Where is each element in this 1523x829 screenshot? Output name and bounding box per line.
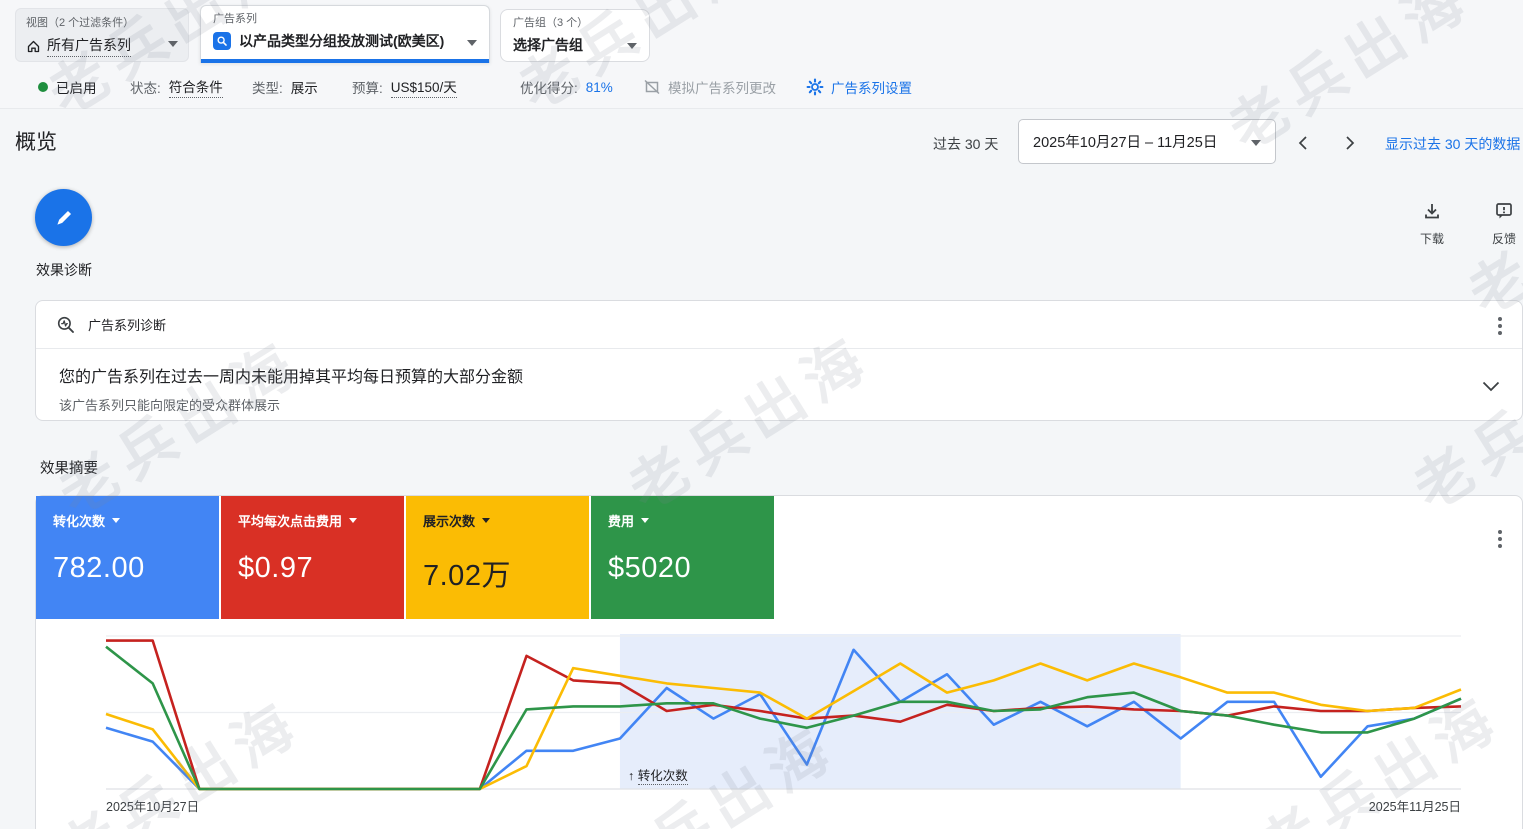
simulate-changes-button[interactable]: 模拟广告系列更改 bbox=[643, 77, 776, 97]
download-label: 下载 bbox=[1410, 230, 1454, 247]
type-value: 展示 bbox=[291, 77, 318, 97]
metric-tab-0[interactable]: 转化次数 782.00 bbox=[36, 496, 219, 619]
campaign-selector-label: 广告系列 bbox=[213, 12, 477, 26]
campaign-selector[interactable]: 广告系列 以产品类型分组投放测试(欧美区) bbox=[200, 5, 490, 63]
chevron-down-icon bbox=[627, 43, 637, 49]
line-chart bbox=[36, 619, 1523, 829]
metric-tab-2[interactable]: 展示次数 7.02万 bbox=[406, 496, 589, 619]
annotation-label: 转化次数 bbox=[638, 769, 688, 785]
diagnosis-card-header: 广告系列诊断 bbox=[36, 301, 1522, 349]
pencil-icon bbox=[53, 207, 75, 229]
budget-value[interactable]: US$150/天 bbox=[391, 76, 457, 98]
chevron-down-icon bbox=[349, 518, 357, 523]
campaign-diagnosis-card: 广告系列诊断 您的广告系列在过去一周内未能用掉其平均每日预算的大部分金额 该广告… bbox=[35, 300, 1523, 421]
adgroup-selector[interactable]: 广告组（3 个） 选择广告组 bbox=[500, 9, 650, 62]
performance-diagnosis-fab[interactable] bbox=[35, 189, 92, 246]
chevron-down-icon bbox=[482, 518, 490, 523]
type-label: 类型: bbox=[252, 77, 283, 97]
adgroup-selector-label: 广告组（3 个） bbox=[513, 16, 637, 30]
diagnosis-message: 您的广告系列在过去一周内未能用掉其平均每日预算的大部分金额 bbox=[59, 363, 1522, 387]
performance-diagnosis-label: 效果诊断 bbox=[36, 260, 92, 280]
feedback-button[interactable]: 反馈 bbox=[1482, 201, 1523, 247]
metric-tab-value: $0.97 bbox=[238, 552, 404, 585]
diagnosis-card-menu-button[interactable] bbox=[1494, 313, 1506, 339]
adgroup-selector-value[interactable]: 选择广告组 bbox=[513, 35, 583, 55]
chevron-down-icon bbox=[1251, 140, 1261, 146]
optscore-value[interactable]: 81% bbox=[586, 80, 613, 95]
type-field: 类型: 展示 bbox=[252, 77, 318, 97]
metric-tab-label[interactable]: 费用 bbox=[608, 511, 774, 530]
budget-label: 预算: bbox=[352, 77, 383, 97]
metric-tab-1[interactable]: 平均每次点击费用 $0.97 bbox=[221, 496, 404, 619]
metric-tab-value: 7.02万 bbox=[423, 552, 589, 594]
view-selector-value[interactable]: 所有广告系列 bbox=[47, 35, 131, 57]
campaign-status: 已启用 bbox=[38, 77, 97, 97]
date-range-label: 过去 30 天 bbox=[933, 134, 998, 154]
settings-label: 广告系列设置 bbox=[831, 77, 912, 97]
diagnosis-search-icon bbox=[56, 315, 76, 335]
download-icon bbox=[1422, 201, 1442, 221]
download-button[interactable]: 下载 bbox=[1410, 201, 1454, 247]
optscore-label: 优化得分: bbox=[520, 77, 578, 97]
metric-tab-label[interactable]: 平均每次点击费用 bbox=[238, 511, 404, 530]
performance-chart: ↑ 转化次数 2025年10月27日 2025年11月25日 bbox=[36, 619, 1523, 829]
chevron-down-icon bbox=[641, 518, 649, 523]
diagnosis-card-title: 广告系列诊断 bbox=[88, 315, 166, 334]
annotation-arrow-icon: ↑ bbox=[628, 769, 634, 783]
campaign-settings-button[interactable]: 广告系列设置 bbox=[806, 77, 912, 97]
chevron-down-icon bbox=[168, 41, 178, 47]
chevron-down-icon bbox=[467, 40, 477, 46]
date-range-value: 2025年10月27日 – 11月25日 bbox=[1033, 131, 1217, 152]
simulate-icon bbox=[643, 78, 661, 96]
x-axis-start-label: 2025年10月27日 bbox=[106, 796, 199, 815]
performance-summary-title: 效果摘要 bbox=[40, 457, 98, 478]
view-selector[interactable]: 视图（2 个过滤条件） 所有广告系列 bbox=[15, 8, 189, 62]
expand-diagnosis-button[interactable] bbox=[1482, 379, 1500, 397]
campaign-selector-value[interactable]: 以产品类型分组投放测试(欧美区) bbox=[239, 31, 444, 51]
google-ads-overview-screen: 视图（2 个过滤条件） 所有广告系列 广告系列 以产品类型分组投放测试(欧美区) bbox=[0, 0, 1523, 829]
budget-field: 预算: US$150/天 bbox=[352, 77, 457, 97]
optscore-field: 优化得分: 81% bbox=[520, 77, 613, 97]
home-icon bbox=[26, 39, 41, 54]
diagnosis-submessage: 该广告系列只能向限定的受众群体展示 bbox=[59, 395, 1522, 414]
metric-tab-label[interactable]: 展示次数 bbox=[423, 511, 589, 530]
summary-card-menu-button[interactable] bbox=[1494, 526, 1506, 552]
previous-period-button[interactable] bbox=[1290, 130, 1316, 156]
gear-icon bbox=[806, 78, 824, 96]
metric-tab-value: 782.00 bbox=[53, 552, 219, 585]
top-toolbar: 视图（2 个过滤条件） 所有广告系列 广告系列 以产品类型分组投放测试(欧美区) bbox=[0, 0, 1523, 109]
enabled-status-text: 已启用 bbox=[56, 77, 97, 97]
metric-tab-label[interactable]: 转化次数 bbox=[53, 511, 219, 530]
page-title: 概览 bbox=[15, 126, 57, 156]
campaign-type-icon bbox=[213, 32, 231, 50]
date-range-picker[interactable]: 2025年10月27日 – 11月25日 bbox=[1018, 119, 1276, 164]
active-selector-indicator bbox=[201, 59, 489, 63]
status-field: 状态: 符合条件 bbox=[130, 77, 223, 97]
metric-tabs: 转化次数 782.00 平均每次点击费用 $0.97 展示次数 7.02万 费用 $5020 bbox=[36, 496, 1522, 619]
show-last-30-days-link[interactable]: 显示过去 30 天的数据 bbox=[1385, 134, 1520, 154]
metric-tab-3[interactable]: 费用 $5020 bbox=[591, 496, 774, 619]
x-axis-end-label: 2025年11月25日 bbox=[1369, 796, 1461, 815]
status-label: 状态: bbox=[130, 77, 161, 97]
feedback-label: 反馈 bbox=[1482, 230, 1523, 247]
chart-annotation[interactable]: ↑ 转化次数 bbox=[628, 765, 688, 784]
metric-tab-value: $5020 bbox=[608, 552, 774, 585]
chevron-down-icon bbox=[112, 518, 120, 523]
simulate-label: 模拟广告系列更改 bbox=[668, 77, 776, 97]
enabled-status-dot bbox=[38, 82, 48, 92]
feedback-icon bbox=[1494, 201, 1514, 221]
next-period-button[interactable] bbox=[1337, 130, 1363, 156]
view-selector-label: 视图（2 个过滤条件） bbox=[26, 16, 178, 30]
status-value[interactable]: 符合条件 bbox=[169, 76, 223, 98]
performance-summary-card: 转化次数782.00平均每次点击费用$0.97展示次数7.02万费用$5020 … bbox=[35, 495, 1523, 829]
